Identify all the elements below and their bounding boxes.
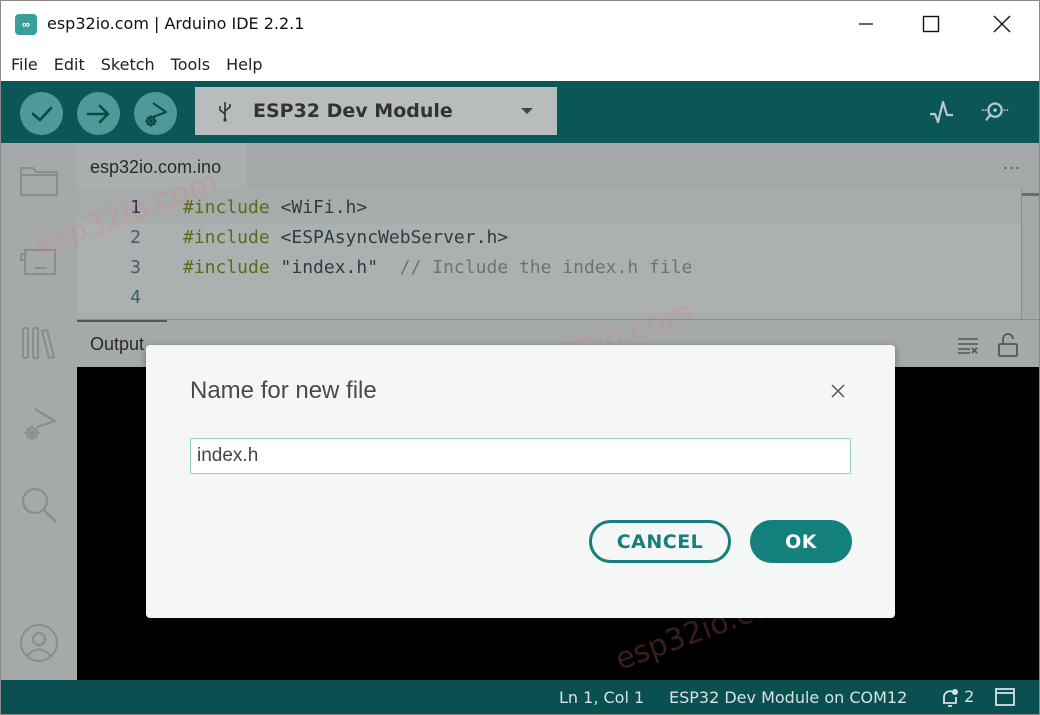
- debug-play-icon: [144, 101, 167, 127]
- maximize-button[interactable]: [896, 1, 966, 47]
- verify-button[interactable]: [20, 92, 63, 135]
- maximize-icon: [922, 15, 940, 33]
- more-icon[interactable]: ...: [1003, 153, 1021, 174]
- sidebar-item-search[interactable]: [19, 485, 59, 525]
- line-code: #include <WiFi.h>: [183, 197, 368, 218]
- arrow-right-icon: [86, 104, 109, 123]
- sidebar-item-boards-manager[interactable]: [19, 241, 59, 281]
- scroll-lock-button[interactable]: [995, 332, 1021, 358]
- usb-icon: [219, 102, 231, 122]
- tab-label: esp32io.com.ino: [90, 157, 222, 177]
- unlock-icon: [998, 333, 1018, 357]
- sidebar-item-account[interactable]: [19, 623, 59, 663]
- line-number: 4: [130, 287, 141, 308]
- magnifier-dots-icon: [981, 102, 1009, 121]
- line-number: 2: [130, 227, 141, 248]
- menu-bar: File Edit Sketch Tools Help: [1, 49, 1039, 79]
- line-number: 1: [130, 197, 141, 218]
- toggle-panel-button[interactable]: [995, 688, 1015, 710]
- cursor-position[interactable]: Ln 1, Col 1: [559, 688, 644, 707]
- new-file-dialog: Name for new file CANCEL OK: [146, 345, 895, 618]
- menu-file[interactable]: File: [11, 55, 38, 74]
- sidebar-item-debug[interactable]: [19, 405, 59, 445]
- board-icon: [20, 249, 56, 275]
- serial-plotter-button[interactable]: [925, 95, 959, 129]
- cancel-button[interactable]: CANCEL: [589, 520, 731, 563]
- pulse-icon: [930, 100, 953, 124]
- dialog-title: Name for new file: [190, 377, 377, 404]
- menu-tools[interactable]: Tools: [171, 55, 210, 74]
- toolbar: ESP32 Dev Module: [1, 81, 1039, 143]
- chevron-down-icon: [521, 108, 533, 114]
- upload-button[interactable]: [77, 92, 120, 135]
- line-number: 3: [130, 257, 141, 278]
- menu-sketch[interactable]: Sketch: [101, 55, 155, 74]
- scrollbar-thumb[interactable]: [1022, 193, 1039, 196]
- window-title: esp32io.com | Arduino IDE 2.2.1: [47, 14, 305, 33]
- ok-button[interactable]: OK: [750, 520, 852, 563]
- sidebar: [1, 143, 77, 680]
- board-name: ESP32 Dev Module: [253, 100, 453, 122]
- code-line: 2 #include <ESPAsyncWebServer.h>: [77, 223, 1021, 253]
- code-line: 1 #include <WiFi.h>: [77, 193, 1021, 223]
- arduino-infinity-icon: ∞: [15, 14, 37, 35]
- menu-help[interactable]: Help: [226, 55, 262, 74]
- minimize-button[interactable]: [831, 1, 901, 47]
- check-icon: [31, 106, 52, 121]
- editor-scrollbar[interactable]: [1021, 189, 1039, 319]
- tab-esp32io-com-ino[interactable]: esp32io.com.ino: [77, 143, 247, 189]
- title-bar: ∞ esp32io.com | Arduino IDE 2.2.1: [1, 1, 1039, 47]
- folder-icon: [20, 167, 58, 196]
- panel-icon: [995, 688, 1015, 706]
- code-area[interactable]: 1 #include <WiFi.h> 2 #include <ESPAsync…: [77, 189, 1021, 319]
- code-line: 4: [77, 283, 1021, 313]
- file-name-input[interactable]: [190, 438, 851, 474]
- clear-output-button[interactable]: [955, 332, 981, 358]
- code-line: 3 #include "index.h" // Include the inde…: [77, 253, 1021, 283]
- notification-count: 2: [964, 687, 975, 706]
- close-button[interactable]: [967, 1, 1037, 47]
- sidebar-item-sketchbook[interactable]: [19, 161, 59, 201]
- line-code: #include "index.h" // Include the index.…: [183, 257, 693, 278]
- close-icon: [993, 15, 1011, 33]
- code-editor: esp32io.com.ino ... 1 #include <WiFi.h> …: [77, 143, 1039, 319]
- minimize-icon: [859, 23, 873, 25]
- notifications-button[interactable]: 2: [941, 687, 974, 708]
- output-tab[interactable]: Output: [90, 334, 144, 355]
- search-icon: [21, 487, 57, 523]
- user-icon: [20, 624, 58, 662]
- debug-icon: [24, 408, 57, 441]
- board-selector[interactable]: ESP32 Dev Module: [195, 87, 557, 135]
- close-icon: [831, 384, 845, 398]
- status-bar: Ln 1, Col 1 ESP32 Dev Module on COM12 2: [1, 680, 1039, 714]
- dialog-close-button[interactable]: [826, 379, 850, 403]
- output-tab-indicator: [77, 320, 167, 322]
- sidebar-item-library-manager[interactable]: [19, 323, 59, 363]
- menu-edit[interactable]: Edit: [54, 55, 85, 74]
- library-icon: [22, 327, 56, 360]
- arduino-ide-window: ∞ esp32io.com | Arduino IDE 2.2.1 File E…: [0, 0, 1040, 715]
- line-code: #include <ESPAsyncWebServer.h>: [183, 227, 509, 248]
- clear-output-icon: [958, 338, 978, 354]
- debug-button[interactable]: [134, 92, 177, 135]
- board-status[interactable]: ESP32 Dev Module on COM12: [669, 688, 907, 707]
- bell-icon: [943, 688, 958, 707]
- serial-monitor-button[interactable]: [979, 95, 1013, 129]
